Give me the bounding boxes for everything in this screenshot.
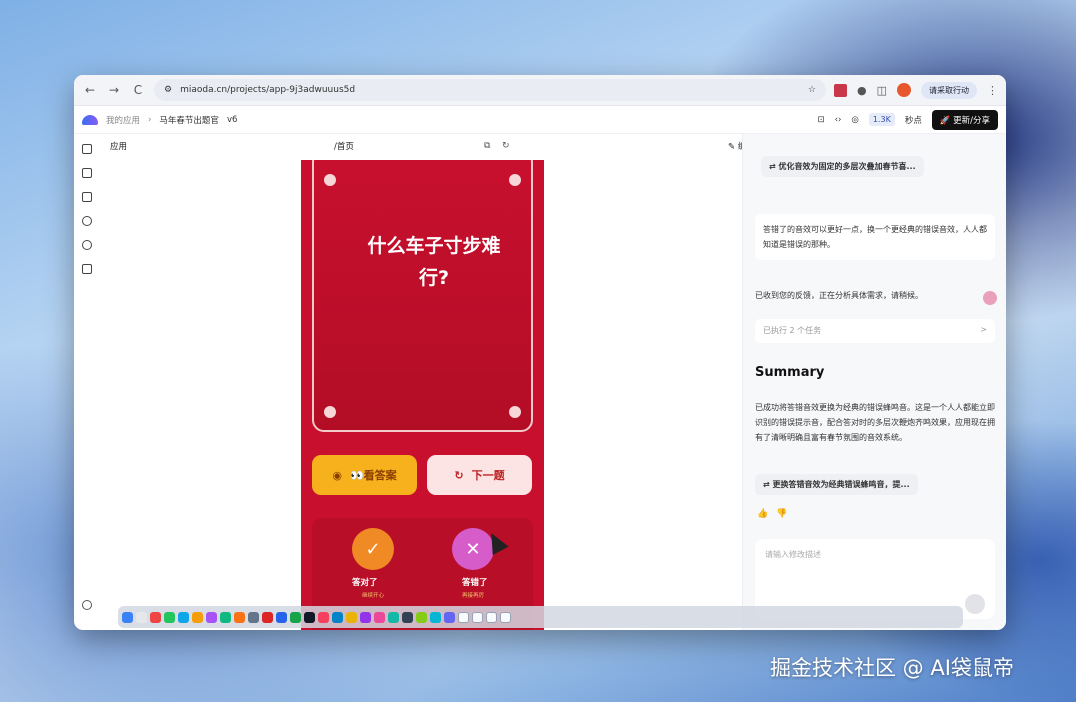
- watermark: 掘金技术社区 @ AI袋鼠帝: [770, 656, 1014, 680]
- avatar[interactable]: [897, 83, 911, 97]
- dock-app-icon[interactable]: [472, 611, 483, 623]
- eye-icon: ◉: [332, 468, 342, 482]
- site-settings-icon[interactable]: ⚙: [164, 85, 172, 95]
- record-icon[interactable]: ●: [857, 84, 867, 97]
- history-chip[interactable]: ⇄ 更换答错音效为经典错误蜂鸣音，提...: [755, 474, 918, 495]
- next-question-button[interactable]: ↻ 下一题: [427, 455, 532, 495]
- dock-app-icon[interactable]: [430, 611, 441, 623]
- reload-button[interactable]: C: [130, 83, 146, 97]
- corner-ornament: [324, 406, 336, 418]
- puzzle-icon[interactable]: ◫: [877, 84, 887, 97]
- stat-badge: 1.3K: [868, 113, 895, 126]
- assistant-avatar: [983, 291, 997, 305]
- dock-app-icon[interactable]: [136, 611, 147, 623]
- dock-app-icon[interactable]: [178, 611, 189, 623]
- project-name[interactable]: 马年春节出题官: [159, 114, 219, 126]
- dock-app-icon[interactable]: [220, 611, 231, 623]
- dock-app-icon[interactable]: [332, 611, 343, 623]
- summary-body: 已成功将答错音效更换为经典的错误蜂鸣音。这是一个人人都能立即识别的错误提示音，配…: [755, 403, 995, 442]
- question-card: 什么车子寸步难行?: [312, 160, 533, 432]
- preview-path[interactable]: /首页: [334, 140, 354, 152]
- lock-icon[interactable]: ⊡: [817, 115, 824, 125]
- corner-ornament: [324, 174, 336, 186]
- ai-icon[interactable]: [82, 192, 92, 202]
- show-answer-button[interactable]: ◉ 👀看答案: [312, 455, 417, 495]
- dock-app-icon[interactable]: [262, 611, 273, 623]
- version-select[interactable]: v6: [227, 115, 237, 125]
- plugin-icon[interactable]: [82, 216, 92, 226]
- refresh-icon[interactable]: ↻: [502, 141, 510, 151]
- correct-sub: 继续开心: [362, 593, 385, 599]
- app-header: 我的应用 › 马年春节出题官 v6 ⊡ ‹› ◎ 1.3K 秒点 🚀 更新/分享: [74, 106, 1006, 134]
- left-rail: [74, 134, 100, 630]
- dock-app-icon[interactable]: [234, 611, 245, 623]
- chat-panel: ⇄ 优化音效为固定的多层次叠加春节喜... 答错了的音效可以更好一点，换一个更经…: [742, 134, 1006, 630]
- refresh-icon: ↻: [454, 468, 464, 482]
- dock-app-icon[interactable]: [318, 611, 329, 623]
- dock-app-icon[interactable]: [458, 611, 469, 623]
- open-external-icon[interactable]: ⧉: [484, 141, 490, 151]
- dock-app-icon[interactable]: [346, 611, 357, 623]
- wrong-label: 答错了: [462, 578, 488, 588]
- history-chip[interactable]: ⇄ 优化音效为固定的多层次叠加春节喜...: [761, 156, 924, 177]
- dock-app-icon[interactable]: [122, 611, 133, 623]
- corner-ornament: [509, 174, 521, 186]
- browser-toolbar: ← → C ⚙ miaoda.cn/projects/app-9j3adwuuu…: [74, 75, 1006, 106]
- wrong-sub: 再接再厉: [462, 593, 485, 599]
- summary-title: Summary: [755, 365, 825, 380]
- question-text: 什么车子寸步难行?: [367, 235, 501, 289]
- database-icon[interactable]: [82, 240, 92, 250]
- code-icon[interactable]: ‹›: [835, 115, 842, 125]
- dock-app-icon[interactable]: [276, 611, 287, 623]
- browser-window: ← → C ⚙ miaoda.cn/projects/app-9j3adwuuu…: [74, 75, 1006, 630]
- dock-app-icon[interactable]: [360, 611, 371, 623]
- publish-button[interactable]: 🚀 更新/分享: [931, 109, 998, 130]
- dock-app-icon[interactable]: [290, 611, 301, 623]
- forward-button[interactable]: →: [106, 83, 122, 97]
- assistant-ack: 已收到您的反馈，正在分析具体需求，请稍候。: [755, 291, 923, 300]
- url-text: miaoda.cn/projects/app-9j3adwuuus5d: [180, 85, 356, 95]
- file-icon[interactable]: [82, 168, 92, 178]
- dock-app-icon[interactable]: [500, 611, 511, 623]
- app-preview: 什么车子寸步难行? ◉ 👀看答案 ↻ 下一题 ✓ ✕ 答对了 继续开心 答错了 …: [301, 160, 544, 630]
- chevron-right-icon: ›: [148, 114, 152, 125]
- dock-app-icon[interactable]: [486, 611, 497, 623]
- stat-unit: 秒点: [904, 115, 922, 126]
- analytics-icon[interactable]: [82, 264, 92, 274]
- dock: [118, 606, 963, 628]
- correct-button[interactable]: ✓: [352, 528, 394, 570]
- dock-app-icon[interactable]: [304, 611, 315, 623]
- dock-app-icon[interactable]: [444, 611, 455, 623]
- correct-label: 答对了: [352, 578, 378, 588]
- settings-icon[interactable]: ◎: [851, 115, 858, 125]
- help-icon[interactable]: [82, 600, 92, 610]
- corner-ornament: [509, 406, 521, 418]
- cta-button[interactable]: 请采取行动: [921, 81, 977, 99]
- bookmark-star-icon[interactable]: ☆: [808, 85, 816, 95]
- dock-app-icon[interactable]: [206, 611, 217, 623]
- chat-icon[interactable]: [82, 144, 92, 154]
- address-bar[interactable]: ⚙ miaoda.cn/projects/app-9j3adwuuus5d ☆: [154, 79, 826, 101]
- back-button[interactable]: ←: [82, 83, 98, 97]
- dock-app-icon[interactable]: [402, 611, 413, 623]
- dock-app-icon[interactable]: [150, 611, 161, 623]
- dock-app-icon[interactable]: [164, 611, 175, 623]
- breadcrumb-root[interactable]: 我的应用: [106, 114, 140, 126]
- dock-app-icon[interactable]: [416, 611, 427, 623]
- thumbs-up-icon[interactable]: 👍: [757, 509, 768, 519]
- send-button[interactable]: [965, 594, 985, 614]
- preview-header: 应用 /首页 ⧉ ↻ ✎ 编辑: [100, 134, 755, 158]
- user-message: 答错了的音效可以更好一点，换一个更经典的错误音效，人人都知道是错误的那种。: [755, 214, 995, 260]
- extension-icon[interactable]: [833, 83, 847, 97]
- preview-label: 应用: [110, 142, 128, 152]
- menu-icon[interactable]: ⋮: [987, 84, 998, 97]
- feedback-actions: 👍 👎: [757, 509, 787, 519]
- dock-app-icon[interactable]: [388, 611, 399, 623]
- dock-app-icon[interactable]: [192, 611, 203, 623]
- logo-icon[interactable]: [82, 114, 98, 125]
- task-summary[interactable]: 已执行 2 个任务 >: [755, 319, 995, 343]
- dock-app-icon[interactable]: [374, 611, 385, 623]
- dock-app-icon[interactable]: [248, 611, 259, 623]
- thumbs-down-icon[interactable]: 👎: [776, 509, 787, 519]
